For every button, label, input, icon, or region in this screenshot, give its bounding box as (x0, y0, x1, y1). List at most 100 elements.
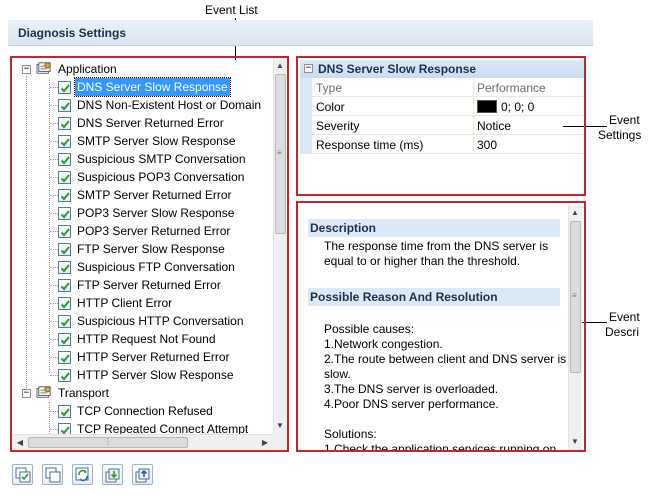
tree-line (50, 213, 58, 214)
collapse-icon[interactable]: − (22, 65, 31, 74)
description-text: The response time from the DNS server is (324, 239, 549, 253)
item-checkbox[interactable] (58, 351, 71, 364)
item-checkbox[interactable] (58, 315, 71, 328)
tree-item[interactable]: FTP Server Returned Error (14, 276, 272, 294)
checkmark-icon (60, 246, 70, 255)
item-checkbox[interactable] (58, 405, 71, 418)
tree-item-label: SMTP Server Slow Response (77, 134, 236, 148)
tree-item[interactable]: SMTP Server Returned Error (14, 186, 272, 204)
tree-horizontal-scrollbar[interactable]: ◀ ⋮ ▶ (12, 434, 273, 450)
callout-event-settings-2: Settings (598, 128, 642, 142)
tree-item-label: POP3 Server Slow Response (77, 206, 235, 220)
property-row-response-time[interactable]: Response time (ms) 300 (300, 135, 584, 154)
tree-item[interactable]: DNS Server Returned Error (14, 114, 272, 132)
uncheck-all-button[interactable] (42, 464, 63, 485)
checkmark-icon (60, 192, 70, 201)
tree-line (50, 123, 58, 124)
import-icon (105, 468, 120, 483)
tree-line (50, 105, 58, 106)
collapse-icon[interactable]: − (22, 389, 31, 398)
tree-item[interactable]: HTTP Server Returned Error (14, 348, 272, 366)
scroll-right-icon[interactable]: ▶ (257, 435, 273, 451)
tree-item[interactable]: Suspicious FTP Conversation (14, 258, 272, 276)
tree-item[interactable]: HTTP Server Slow Response (14, 366, 272, 384)
tree-item[interactable]: POP3 Server Returned Error (14, 222, 272, 240)
tree-item-label: DNS Server Slow Response (74, 77, 231, 97)
tree-item[interactable]: TCP Connection Refused (14, 402, 272, 420)
tree-item[interactable]: FTP Server Slow Response (14, 240, 272, 258)
refresh-button[interactable] (72, 464, 93, 485)
check-all-button[interactable] (12, 464, 33, 485)
collapse-icon[interactable]: − (304, 64, 313, 73)
property-category-header[interactable]: − DNS Server Slow Response (300, 60, 584, 78)
checkmark-icon (60, 336, 70, 345)
item-checkbox[interactable] (58, 297, 71, 310)
tree-line (50, 87, 58, 88)
tree-line (50, 231, 58, 232)
import-button[interactable] (102, 464, 123, 485)
grip-icon: ≡ (277, 148, 282, 157)
tree-line (50, 177, 58, 178)
tree-item[interactable]: Suspicious POP3 Conversation (14, 168, 272, 186)
checkmark-icon (60, 120, 70, 129)
tree-line (50, 303, 58, 304)
scroll-left-icon[interactable]: ◀ (12, 435, 28, 451)
property-row-severity[interactable]: Severity Notice (300, 116, 584, 135)
description-section-title: Description (308, 219, 560, 237)
property-value: 0; 0; 0 (501, 100, 535, 114)
description-vertical-scrollbar[interactable]: ▲ ≡ ▼ (568, 205, 582, 450)
tree-group-application[interactable]: − Application (14, 60, 272, 78)
scroll-up-icon[interactable]: ▲ (273, 58, 287, 74)
tree-line (50, 339, 58, 340)
scroll-down-icon[interactable]: ▼ (273, 418, 287, 434)
property-row-type[interactable]: Type Performance (300, 78, 584, 97)
item-checkbox[interactable] (58, 117, 71, 130)
item-checkbox[interactable] (58, 153, 71, 166)
item-checkbox[interactable] (58, 81, 71, 94)
event-tree[interactable]: − Application DNS Server Slow Response D… (14, 60, 274, 436)
scroll-down-icon[interactable]: ▼ (568, 434, 582, 450)
property-value: Notice (477, 119, 512, 133)
tree-item[interactable]: POP3 Server Slow Response (14, 204, 272, 222)
item-checkbox[interactable] (58, 189, 71, 202)
tree-item[interactable]: Suspicious HTTP Conversation (14, 312, 272, 330)
item-checkbox[interactable] (58, 279, 71, 292)
tree-item-label: HTTP Client Error (77, 296, 173, 310)
tree-item-label: TCP Connection Refused (77, 404, 213, 418)
item-checkbox[interactable] (58, 243, 71, 256)
tree-item[interactable]: HTTP Request Not Found (14, 330, 272, 348)
item-checkbox[interactable] (58, 261, 71, 274)
item-checkbox[interactable] (58, 225, 71, 238)
tree-group-transport[interactable]: − Transport (14, 384, 272, 402)
item-checkbox[interactable] (58, 207, 71, 220)
tree-item-label: Suspicious FTP Conversation (77, 260, 235, 274)
item-checkbox[interactable] (58, 333, 71, 346)
tree-line (50, 141, 58, 142)
property-value: 300 (477, 138, 498, 152)
property-category-title: DNS Server Slow Response (318, 62, 477, 76)
checkmark-icon (60, 210, 70, 219)
item-checkbox[interactable] (58, 369, 71, 382)
tree-item[interactable]: DNS Server Slow Response (14, 77, 272, 97)
export-button[interactable] (132, 464, 153, 485)
tree-item[interactable]: DNS Non-Existent Host or Domain (14, 96, 272, 114)
property-divider (473, 97, 474, 116)
property-gutter (300, 135, 312, 154)
callout-event-descri-2: Descri (605, 325, 640, 339)
item-checkbox[interactable] (58, 135, 71, 148)
tree-item[interactable]: Suspicious SMTP Conversation (14, 150, 272, 168)
color-swatch[interactable] (477, 100, 497, 113)
property-name: Color (316, 100, 345, 114)
scroll-up-icon[interactable]: ▲ (568, 205, 582, 221)
resolution-section-title: Possible Reason And Resolution (308, 288, 560, 306)
callout-event-settings-1: Event (609, 113, 640, 127)
tree-item-label: HTTP Request Not Found (77, 332, 216, 346)
item-checkbox[interactable] (58, 171, 71, 184)
tree-item[interactable]: HTTP Client Error (14, 294, 272, 312)
property-divider (473, 135, 474, 154)
property-row-color[interactable]: Color 0; 0; 0 (300, 97, 584, 116)
item-checkbox[interactable] (58, 99, 71, 112)
tree-item[interactable]: SMTP Server Slow Response (14, 132, 272, 150)
tree-vertical-scrollbar[interactable]: ▲ ≡ ▼ (273, 58, 287, 434)
description-view[interactable]: Description The response time from the D… (300, 205, 568, 450)
